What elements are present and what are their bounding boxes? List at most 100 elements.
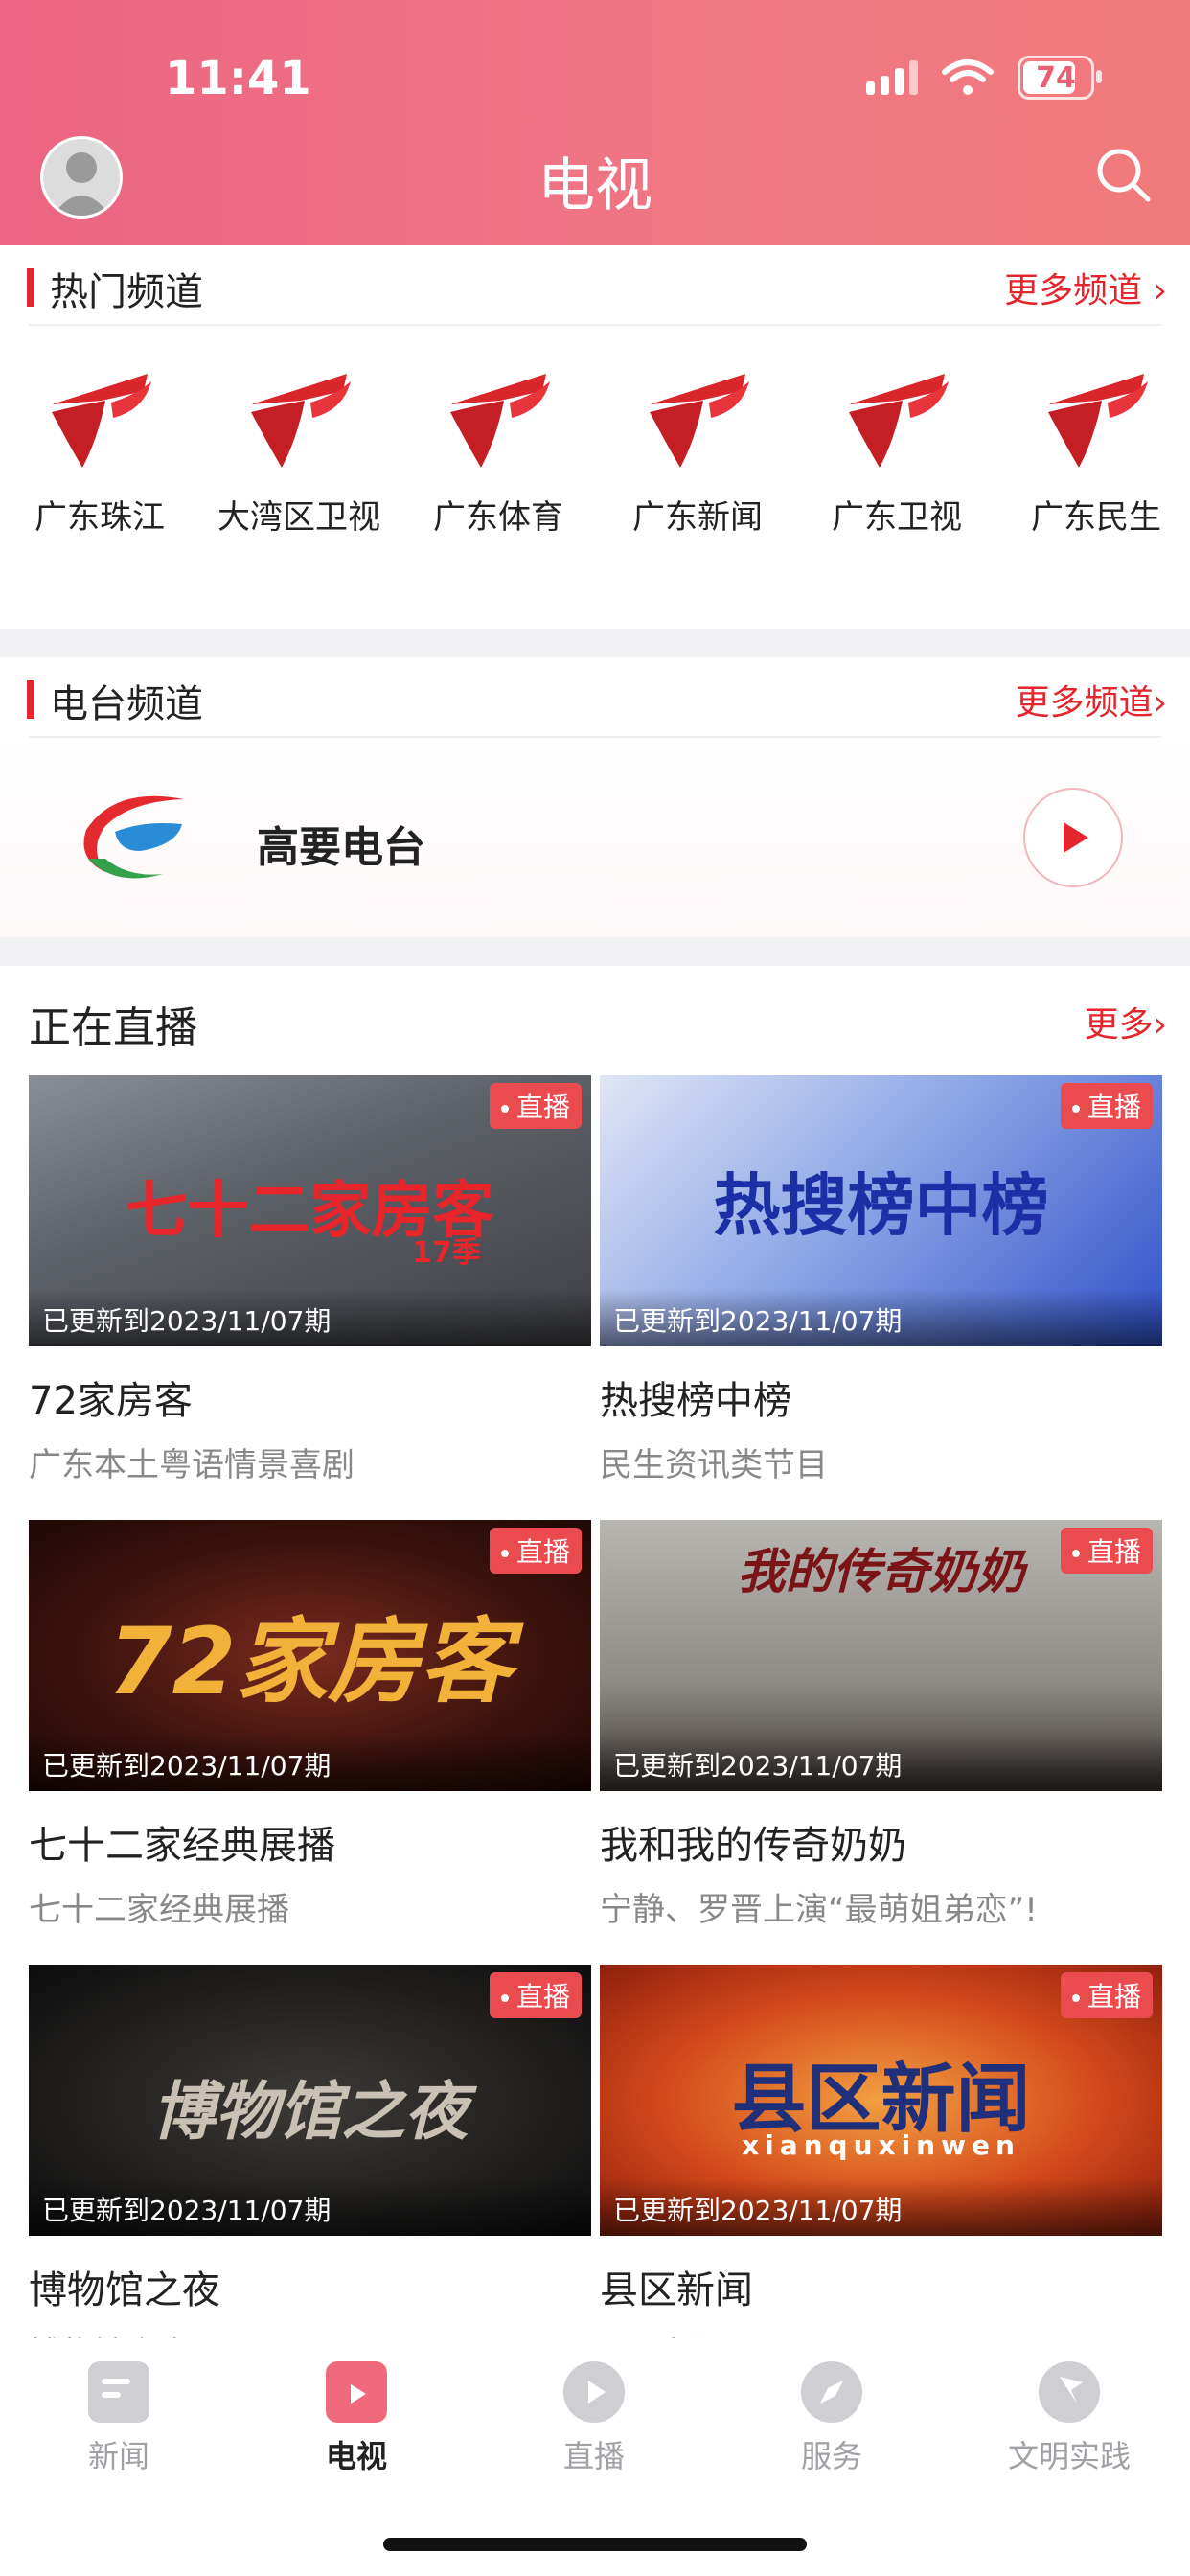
live-program-card[interactable]: 县区新闻 xianquxinwen 直播 已更新到2023/11/07期 县区新… [600,1965,1162,2375]
channel-logo-icon [849,374,949,468]
thumbnail-art-text: 热搜榜中榜 [713,1166,1049,1245]
program-subtitle: 宁静、罗晋上演“最萌姐弟恋”! [600,1891,1038,1929]
radio-channels-header: 电台频道 更多频道› [0,659,1190,740]
status-icons: 74 [866,56,1102,100]
thumbnail-art-subtext: 17季 [412,1236,481,1270]
program-thumbnail: 热搜榜中榜 直播 已更新到2023/11/07期 [600,1075,1162,1346]
wifi-icon [942,59,994,95]
update-info: 已更新到2023/11/07期 [29,2178,591,2236]
program-title: 我和我的传奇奶奶 [600,1824,906,1868]
status-time: 11:41 [165,52,311,105]
radio-station-name: 高要电台 [257,823,425,872]
update-info: 已更新到2023/11/07期 [600,1734,1162,1791]
tab-live[interactable]: 直播 [517,2361,671,2476]
program-subtitle: 广东本土粤语情景喜剧 [29,1446,355,1484]
channel-name: 广东卫视 [832,498,962,537]
tab-tv[interactable]: 电视 [280,2361,433,2476]
live-badge: 直播 [1060,1972,1153,2018]
section-gap [0,629,1190,657]
tab-label: 文明实践 [1007,2438,1131,2474]
update-info: 已更新到2023/11/07期 [29,1289,591,1346]
battery-icon: 74 [1018,56,1102,100]
channel-item[interactable]: 广东体育 [399,362,598,538]
live-badge: 直播 [1060,1083,1153,1129]
program-title: 热搜榜中榜 [600,1379,791,1423]
program-thumbnail: 博物馆之夜 直播 已更新到2023/11/07期 [29,1965,591,2236]
live-program-card[interactable]: 七十二家房客 17季 直播 已更新到2023/11/07期 72家房客 广东本土… [29,1075,591,1485]
page-title: 电视 [538,152,652,219]
program-title: 七十二家经典展播 [29,1824,335,1868]
thumbnail-art-subtext: xianquxinwen [742,2129,1020,2161]
section-gap [0,937,1190,966]
radio-channels-more-link[interactable]: 更多频道› [1016,675,1167,724]
channel-item[interactable]: 广东珠江 [0,362,199,538]
channel-item[interactable]: 广东民生 [996,362,1190,538]
live-section-title: 正在直播 [29,1003,197,1052]
app-header: 11:41 74 电视 [0,0,1190,245]
live-more-link[interactable]: 更多› [1085,997,1167,1046]
tab-service[interactable]: 服务 [755,2361,908,2476]
hot-channels-header: 热门频道 更多频道 › [0,247,1190,328]
play-icon [1064,822,1088,853]
flag-icon [1039,2361,1100,2423]
compass-icon [801,2361,862,2423]
home-indicator [383,2538,807,2551]
live-badge: 直播 [1060,1528,1153,1574]
radio-channels-title: 电台频道 [50,682,203,726]
program-thumbnail: 我的传奇奶奶 直播 已更新到2023/11/07期 [600,1520,1162,1791]
program-title: 县区新闻 [600,2268,753,2312]
thumbnail-art-text: 七十二家房客 [126,1176,494,1247]
thumbnail-art-text: 72家房客 [107,1608,513,1715]
search-icon[interactable] [1092,144,1154,205]
tab-news[interactable]: 新闻 [42,2361,195,2476]
tab-label: 新闻 [87,2438,149,2474]
radio-play-button[interactable] [1023,788,1123,887]
channel-item[interactable]: 大湾区卫视 [199,362,399,538]
update-info: 已更新到2023/11/07期 [29,1734,591,1791]
update-info: 已更新到2023/11/07期 [600,2178,1162,2236]
radio-station-row[interactable]: 高要电台 [0,738,1190,939]
divider [29,324,1161,326]
update-info: 已更新到2023/11/07期 [600,1289,1162,1346]
channel-logo-icon [251,374,351,468]
channel-logo-icon [450,374,550,468]
program-thumbnail: 72家房客 直播 已更新到2023/11/07期 [29,1520,591,1791]
hot-channels-more-link[interactable]: 更多频道 › [1004,263,1167,312]
live-program-card[interactable]: 热搜榜中榜 直播 已更新到2023/11/07期 热搜榜中榜 民生资讯类节目 [600,1075,1162,1485]
channel-logo-icon [1048,374,1148,468]
cellular-signal-icon [866,60,918,95]
tab-label: 电视 [325,2438,387,2474]
live-program-card[interactable]: 博物馆之夜 直播 已更新到2023/11/07期 博物馆之夜 博物馆之夜 [29,1965,591,2375]
program-subtitle: 民生资讯类节目 [600,1446,828,1484]
channel-item[interactable]: 广东新闻 [598,362,797,538]
tab-label: 服务 [800,2438,862,2474]
channel-name: 广东新闻 [632,498,763,537]
channel-name: 广东珠江 [34,498,165,537]
live-badge: 直播 [489,1083,582,1129]
radio-station-logo-icon [83,795,184,879]
program-subtitle: 七十二家经典展播 [29,1891,289,1929]
channel-logo-icon [650,374,749,468]
live-play-icon [563,2361,625,2423]
program-thumbnail: 县区新闻 xianquxinwen 直播 已更新到2023/11/07期 [600,1965,1162,2236]
section-marker [27,680,34,719]
live-program-card[interactable]: 72家房客 直播 已更新到2023/11/07期 七十二家经典展播 七十二家经典… [29,1520,591,1930]
news-icon [88,2361,149,2423]
program-thumbnail: 七十二家房客 17季 直播 已更新到2023/11/07期 [29,1075,591,1346]
channel-item[interactable]: 广东卫视 [797,362,996,538]
live-program-card[interactable]: 我的传奇奶奶 直播 已更新到2023/11/07期 我和我的传奇奶奶 宁静、罗晋… [600,1520,1162,1930]
hot-channel-list: 广东珠江 大湾区卫视 广东体育 广东新闻 广东卫视 广东民生 [0,362,1190,564]
hot-channels-title: 热门频道 [50,270,203,314]
channel-name: 广东民生 [1031,498,1161,537]
tv-icon [326,2361,387,2423]
section-marker [27,268,34,307]
live-badge: 直播 [489,1528,582,1574]
tab-civilization-practice[interactable]: 文明实践 [993,2361,1146,2476]
battery-level: 74 [1036,60,1076,95]
live-badge: 直播 [489,1972,582,2018]
channel-logo-icon [52,374,151,468]
channel-name: 大湾区卫视 [217,498,380,537]
program-title: 72家房客 [29,1379,193,1423]
program-title: 博物馆之夜 [29,2268,220,2312]
thumbnail-art-text: 博物馆之夜 [151,2075,469,2149]
